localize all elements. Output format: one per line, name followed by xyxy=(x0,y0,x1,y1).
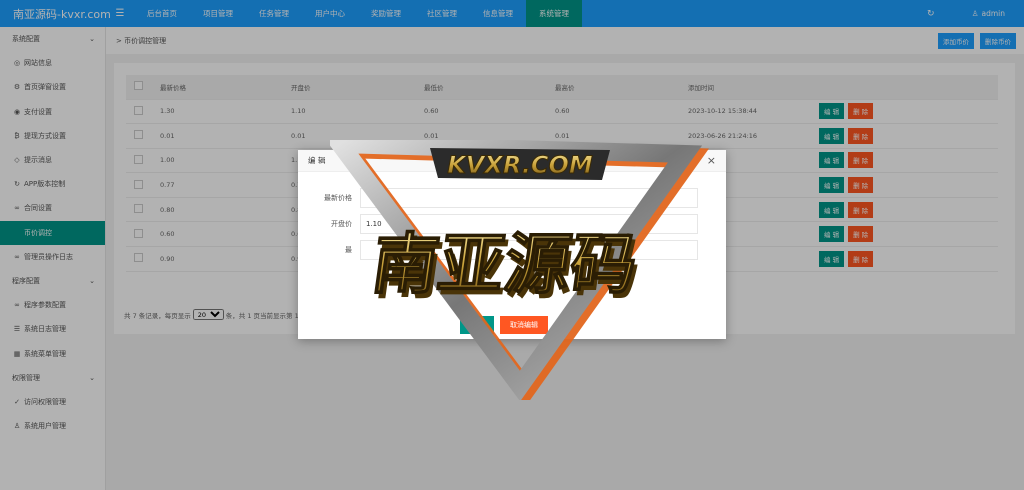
watermark-main-text: 南亚源码 xyxy=(367,225,642,303)
watermark-logo: KVXR.COM 南亚源码 南亚源码 xyxy=(330,140,709,400)
modal-title: 编 辑 xyxy=(308,156,326,165)
watermark-top-text: KVXR.COM xyxy=(447,151,593,179)
